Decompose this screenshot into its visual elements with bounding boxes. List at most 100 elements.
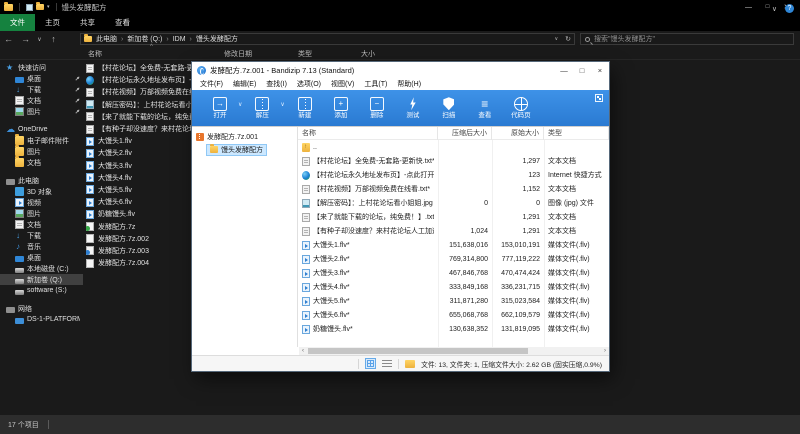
bandizip-window-controls: — □ × bbox=[555, 62, 609, 78]
toolbar-button[interactable]: 新建 bbox=[287, 97, 323, 120]
sidebar-item[interactable]: 文档 bbox=[0, 95, 83, 106]
chevron-down-icon[interactable]: ∨ bbox=[238, 101, 242, 108]
qat-newfolder-icon[interactable] bbox=[36, 4, 44, 10]
sidebar-item[interactable]: 文档 bbox=[0, 219, 83, 230]
tree-folder-item-selected[interactable]: 馒头发酵配方 bbox=[206, 144, 267, 156]
sidebar-item[interactable]: 电子邮件附件 bbox=[0, 135, 83, 146]
folder-view-icon[interactable] bbox=[405, 360, 415, 368]
sidebar-item[interactable]: 下载 bbox=[0, 84, 83, 95]
archive-row[interactable]: 大馒头4.flv* 333,849,168 336,231,715 媒体文件(.… bbox=[298, 280, 609, 294]
sidebar-section-header[interactable]: OneDrive bbox=[0, 124, 83, 135]
column-header-type[interactable]: 类型 bbox=[298, 49, 312, 59]
toolbar-button[interactable]: 打开 ∨ bbox=[202, 97, 244, 120]
address-bar[interactable]: 此电脑 › 新加卷 (Q:) › IDM › 馒头发酵配方 › bbox=[80, 33, 575, 45]
sidebar-item[interactable]: DS-1-PLATFORM bbox=[0, 314, 83, 325]
sidebar-item[interactable]: 新加卷 (Q:) bbox=[0, 274, 83, 285]
toolbar-button[interactable]: 删除 bbox=[359, 97, 395, 120]
archive-row[interactable]: 【解压密码】：上村花论坛看小姐姐.jpg 0 0 图像 (jpg) 文件 bbox=[298, 196, 609, 210]
toolbar-button[interactable]: 查看 bbox=[467, 97, 503, 120]
help-icon[interactable]: ? bbox=[785, 4, 794, 13]
col-type[interactable]: 类型 bbox=[544, 127, 609, 140]
scroll-right-icon[interactable]: › bbox=[601, 347, 609, 355]
toolbar-button[interactable]: 代码页 bbox=[503, 97, 539, 120]
maximize-button[interactable]: □ bbox=[573, 62, 591, 78]
forward-button[interactable]: → bbox=[17, 34, 34, 44]
archive-row[interactable]: .. bbox=[298, 140, 609, 154]
toolbar-button[interactable]: 添加 bbox=[323, 97, 359, 120]
archive-row[interactable]: 大馒头6.flv* 655,068,768 662,109,579 媒体文件(.… bbox=[298, 308, 609, 322]
grid-view-icon[interactable] bbox=[365, 358, 376, 369]
archive-row[interactable]: 【有种子却没速度？来村花论坛人工加速】.txt* 1,024 1,291 文本文… bbox=[298, 224, 609, 238]
column-header-size[interactable]: 大小 bbox=[361, 49, 375, 59]
ribbon-collapse-chevron-icon[interactable]: ∨ bbox=[772, 5, 777, 13]
archive-row[interactable]: 【村花论坛永久地址发布页】-点此打开.url* 123 Internet 快捷方… bbox=[298, 168, 609, 182]
col-original[interactable]: 原始大小 bbox=[492, 127, 544, 140]
col-compressed[interactable]: 压缩后大小 bbox=[438, 127, 492, 140]
sidebar-item[interactable]: 桌面 bbox=[0, 73, 83, 84]
menu-item[interactable]: 编辑(E) bbox=[228, 79, 261, 89]
breadcrumb-segment[interactable]: 馒头发酵配方 › bbox=[196, 34, 238, 44]
sidebar-section-header[interactable]: 快速访问 bbox=[0, 62, 83, 73]
ribbon-tab[interactable]: 文件 bbox=[0, 14, 35, 31]
breadcrumb-segment[interactable]: 新加卷 (Q:) › bbox=[127, 34, 172, 44]
qat-properties-icon[interactable] bbox=[26, 4, 33, 11]
sidebar-item[interactable]: 文档 bbox=[0, 157, 83, 168]
ribbon-tab[interactable]: 主页 bbox=[35, 14, 70, 31]
explorer-app-icon bbox=[4, 4, 13, 11]
menu-item[interactable]: 查找(I) bbox=[261, 79, 292, 89]
minimize-button[interactable]: — bbox=[555, 62, 573, 78]
menu-item[interactable]: 文件(F) bbox=[195, 79, 228, 89]
sidebar-item[interactable]: 视频 bbox=[0, 197, 83, 208]
archive-row[interactable]: 大馒头1.flv* 151,638,016 153,010,191 媒体文件(.… bbox=[298, 238, 609, 252]
ribbon-tab[interactable]: 共享 bbox=[70, 14, 105, 31]
menu-item[interactable]: 帮助(H) bbox=[392, 79, 426, 89]
qat-chevron-down-icon[interactable]: ▾ bbox=[47, 4, 50, 10]
col-name[interactable]: 名称 bbox=[298, 127, 438, 140]
column-header-date[interactable]: 修改日期 bbox=[224, 49, 252, 59]
scrollbar-thumb[interactable] bbox=[308, 348, 528, 354]
breadcrumb-segment[interactable]: IDM › bbox=[173, 36, 196, 43]
sidebar-item[interactable]: 下载 bbox=[0, 230, 83, 241]
sidebar-item[interactable]: 图片 bbox=[0, 208, 83, 219]
column-header-name[interactable]: 名称 bbox=[88, 49, 102, 59]
menu-item[interactable]: 选项(O) bbox=[292, 79, 326, 89]
explorer-statusbar: 17 个项目 bbox=[0, 415, 800, 434]
back-button[interactable]: ← bbox=[0, 34, 17, 44]
up-button[interactable]: ↑ bbox=[45, 34, 62, 44]
sidebar-item[interactable]: 音乐 bbox=[0, 241, 83, 252]
list-view-icon[interactable] bbox=[382, 360, 392, 368]
sidebar-item[interactable]: 图片 bbox=[0, 146, 83, 157]
sidebar-item[interactable]: 3D 对象 bbox=[0, 186, 83, 197]
search-input[interactable]: 搜索"馒头发酵配方" bbox=[580, 33, 794, 45]
archive-row[interactable]: 大馒头5.flv* 311,871,280 315,023,584 媒体文件(.… bbox=[298, 294, 609, 308]
toolbar-button[interactable]: 扫描 bbox=[431, 97, 467, 120]
sidebar-section-header[interactable]: 网络 bbox=[0, 303, 83, 314]
sidebar-section-header[interactable]: 此电脑 bbox=[0, 175, 83, 186]
address-chevron-down-icon[interactable]: ∨ bbox=[554, 36, 558, 42]
close-button[interactable]: × bbox=[591, 62, 609, 78]
chevron-down-icon[interactable]: ∨ bbox=[280, 101, 284, 108]
menu-item[interactable]: 视图(V) bbox=[326, 79, 359, 89]
archive-row[interactable]: 【村花视频】万部视频免费在线看.txt* 1,152 文本文档 bbox=[298, 182, 609, 196]
archive-row[interactable]: 【村花论坛】全免费-无套路-更新快.txt* 1,297 文本文档 bbox=[298, 154, 609, 168]
ribbon-tab[interactable]: 查看 bbox=[105, 14, 140, 31]
tree-root-item[interactable]: 发酵配方.7z.001 bbox=[192, 130, 297, 143]
refresh-icon[interactable]: ↻ bbox=[565, 35, 571, 43]
sidebar-item[interactable]: 桌面 bbox=[0, 252, 83, 263]
minimize-button[interactable]: — bbox=[739, 0, 758, 14]
archive-row[interactable]: 奶糖馒头.flv* 130,638,352 131,819,095 媒体文件(.… bbox=[298, 322, 609, 336]
sidebar-item[interactable]: 图片 bbox=[0, 106, 83, 117]
menu-item[interactable]: 工具(T) bbox=[359, 79, 392, 89]
archive-row[interactable]: 大馒头2.flv* 769,314,800 777,119,222 媒体文件(.… bbox=[298, 252, 609, 266]
breadcrumb-segment[interactable]: 此电脑 › bbox=[96, 34, 127, 44]
recent-chevron-icon[interactable]: ∨ bbox=[34, 36, 45, 43]
sidebar-item[interactable]: 本地磁盘 (C:) bbox=[0, 263, 83, 274]
archive-row[interactable]: 大馒头3.flv* 467,846,768 470,474,424 媒体文件(.… bbox=[298, 266, 609, 280]
toolbar-customize-icon[interactable] bbox=[595, 94, 603, 102]
toolbar-button[interactable]: 解压 ∨ bbox=[244, 97, 286, 120]
scroll-left-icon[interactable]: ‹ bbox=[299, 347, 307, 355]
horizontal-scrollbar[interactable]: ‹ › bbox=[299, 347, 609, 355]
toolbar-button[interactable]: 测试 bbox=[395, 97, 431, 120]
sidebar-item[interactable]: software (S:) bbox=[0, 285, 83, 296]
archive-row[interactable]: 【来了就能下载的论坛，纯免费！】.txt* 1,291 文本文档 bbox=[298, 210, 609, 224]
